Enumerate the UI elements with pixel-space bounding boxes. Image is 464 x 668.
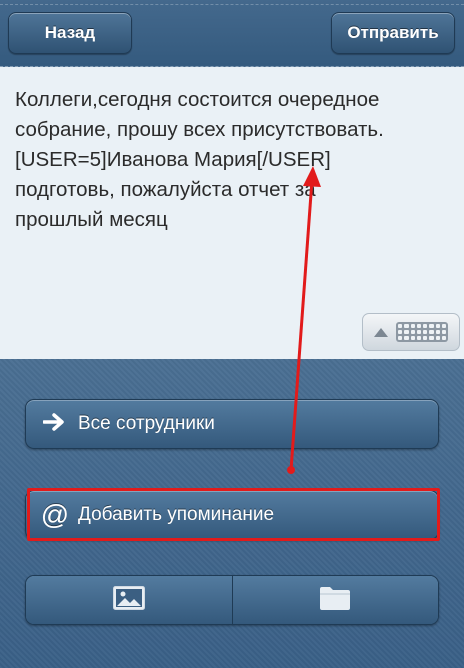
annotation-arrow bbox=[287, 166, 321, 474]
